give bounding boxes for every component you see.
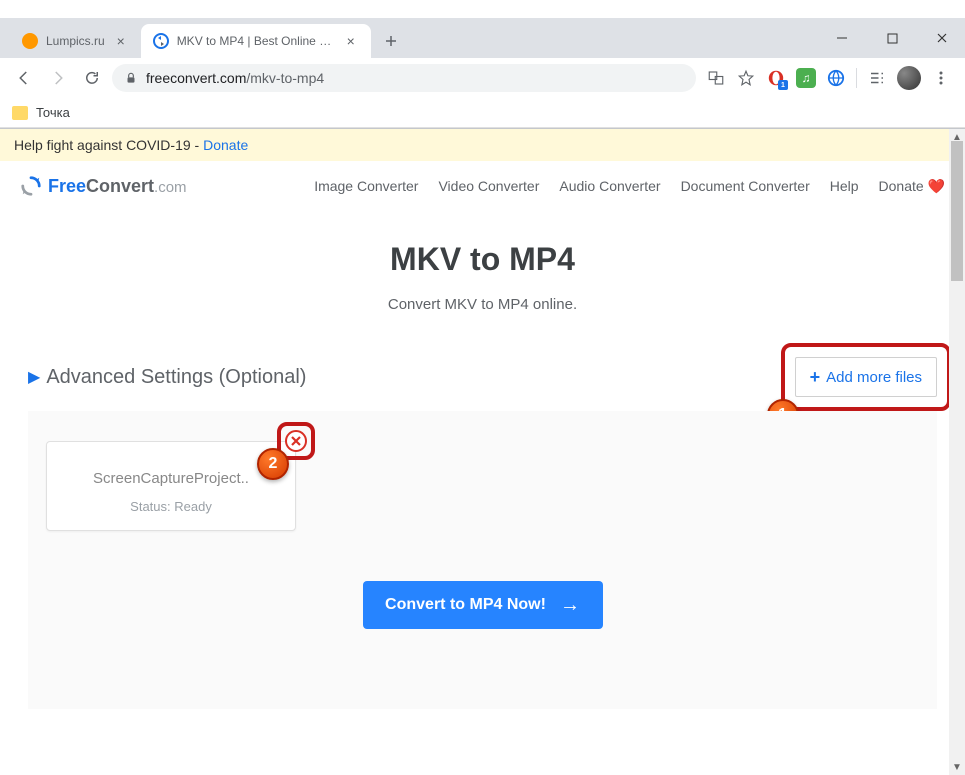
site-logo[interactable]: FreeConvert.com: [20, 175, 187, 197]
tab-title: MKV to MP4 | Best Online MKV t: [177, 34, 335, 48]
scrollbar-thumb[interactable]: [951, 141, 963, 281]
star-icon[interactable]: [736, 68, 756, 88]
remove-file-button[interactable]: [285, 430, 307, 452]
nav-video-converter[interactable]: Video Converter: [438, 178, 539, 195]
caret-right-icon: ▶: [28, 367, 40, 387]
vertical-scrollbar[interactable]: ▲ ▼: [949, 129, 965, 775]
browser-chrome: Lumpics.ru × MKV to MP4 | Best Online MK…: [0, 0, 965, 129]
profile-avatar[interactable]: [897, 66, 921, 90]
add-more-label: Add more files: [826, 369, 922, 386]
url-text: freeconvert.com/mkv-to-mp4: [146, 70, 324, 86]
covid-banner: Help fight against COVID-19 - Donate: [0, 129, 965, 161]
forward-button[interactable]: [44, 64, 72, 92]
tab-freeconvert[interactable]: MKV to MP4 | Best Online MKV t ×: [141, 24, 371, 58]
nav-audio-converter[interactable]: Audio Converter: [559, 178, 660, 195]
window-controls: [827, 18, 957, 58]
page-title: MKV to MP4: [28, 241, 937, 278]
convert-label: Convert to MP4 Now!: [385, 596, 546, 614]
nav-donate[interactable]: Donate ❤️: [879, 178, 945, 195]
logo-text: FreeConvert.com: [48, 176, 187, 197]
page-viewport: Help fight against COVID-19 - Donate Fre…: [0, 129, 965, 775]
page-main: MKV to MP4 Convert MKV to MP4 online. ▶ …: [0, 207, 965, 739]
arrow-right-icon: →: [560, 594, 580, 617]
new-tab-button[interactable]: [377, 27, 405, 55]
file-card: 2 ScreenCaptureProject.. Status: Ready: [46, 441, 296, 531]
toolbar-right: 1 ♫: [702, 66, 955, 90]
maximize-button[interactable]: [877, 23, 907, 53]
settings-row: ▶ Advanced Settings (Optional) + Add mor…: [28, 357, 937, 397]
nav-document-converter[interactable]: Document Converter: [681, 178, 810, 195]
extension-opera-icon[interactable]: 1: [766, 68, 786, 88]
address-bar[interactable]: freeconvert.com/mkv-to-mp4: [112, 64, 696, 92]
reading-list-icon[interactable]: [867, 68, 887, 88]
tab-lumpics[interactable]: Lumpics.ru ×: [10, 24, 141, 58]
close-tab-icon[interactable]: ×: [343, 33, 359, 49]
close-window-button[interactable]: [927, 23, 957, 53]
favicon-lumpics: [22, 33, 38, 49]
favicon-freeconvert: [153, 33, 169, 49]
site-header: FreeConvert.com Image Converter Video Co…: [0, 161, 965, 207]
convert-button[interactable]: Convert to MP4 Now! →: [363, 581, 603, 629]
bookmark-item[interactable]: Точка: [36, 105, 70, 120]
extension-green-icon[interactable]: ♫: [796, 68, 816, 88]
translate-icon[interactable]: [706, 68, 726, 88]
add-more-files-button[interactable]: + Add more files: [795, 357, 937, 397]
tab-bar: Lumpics.ru × MKV to MP4 | Best Online MK…: [0, 18, 965, 58]
bookmarks-bar: Точка: [0, 98, 965, 128]
bookmark-folder-icon: [12, 106, 28, 120]
file-status: Status: Ready: [59, 499, 283, 514]
menu-icon[interactable]: [931, 68, 951, 88]
address-row: freeconvert.com/mkv-to-mp4 1 ♫: [0, 58, 965, 98]
advanced-label: Advanced Settings (Optional): [46, 366, 306, 389]
minimize-button[interactable]: [827, 23, 857, 53]
annotation-callout-2: 2: [257, 448, 289, 480]
back-button[interactable]: [10, 64, 38, 92]
extension-globe-icon[interactable]: [826, 68, 846, 88]
plus-icon: +: [810, 368, 821, 386]
scroll-down-arrow[interactable]: ▼: [949, 759, 965, 775]
close-tab-icon[interactable]: ×: [113, 33, 129, 49]
banner-text: Help fight against COVID-19 -: [14, 137, 203, 153]
main-nav: Image Converter Video Converter Audio Co…: [314, 178, 945, 195]
lock-icon: [124, 71, 138, 85]
files-area: 2 ScreenCaptureProject.. Status: Ready C…: [28, 411, 937, 709]
separator: [856, 68, 857, 88]
advanced-settings-toggle[interactable]: ▶ Advanced Settings (Optional): [28, 366, 306, 389]
nav-help[interactable]: Help: [830, 178, 859, 195]
page-subtitle: Convert MKV to MP4 online.: [28, 296, 937, 313]
reload-button[interactable]: [78, 64, 106, 92]
donate-link[interactable]: Donate: [203, 137, 248, 153]
file-name: ScreenCaptureProject..: [59, 470, 283, 487]
window-titlebar: [0, 0, 965, 18]
nav-image-converter[interactable]: Image Converter: [314, 178, 418, 195]
tab-title: Lumpics.ru: [46, 34, 105, 48]
logo-icon: [20, 175, 42, 197]
